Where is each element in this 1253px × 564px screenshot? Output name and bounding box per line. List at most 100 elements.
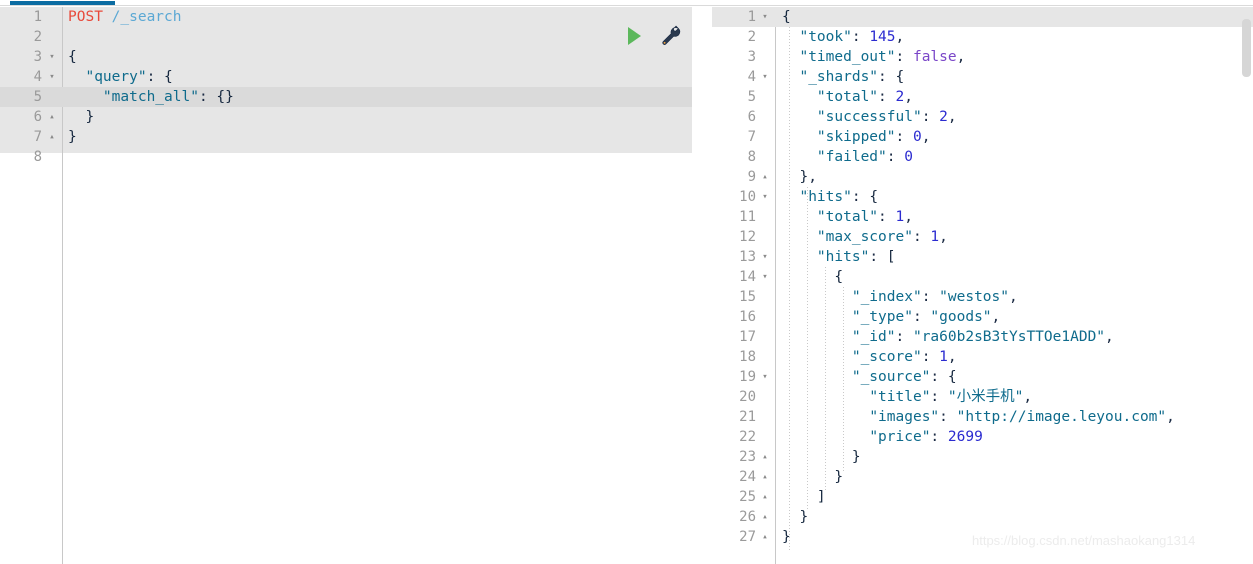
- request-code-line[interactable]: 3 ▾ {: [0, 47, 692, 67]
- response-code-line[interactable]: 26 ▴ }: [712, 507, 1253, 527]
- line-number: 26: [739, 509, 756, 525]
- code-token: "_score": [851, 349, 922, 365]
- response-code-line[interactable]: 1 ▾ {: [712, 7, 1253, 27]
- response-code-line[interactable]: 16 "_type": "goods",: [712, 307, 1253, 327]
- line-number: 21: [739, 409, 756, 425]
- code-token: :: [930, 429, 948, 445]
- code-token: ,: [947, 349, 957, 365]
- response-viewer-pane[interactable]: 1 ▾{2 "took": 145, 3 "timed_out": false, 4 ▾…: [712, 7, 1253, 564]
- response-code-lines[interactable]: 1 ▾{2 "took": 145, 3 "timed_out": false, 4 ▾…: [712, 7, 1253, 547]
- fold-collapse-icon[interactable]: ▾: [47, 67, 57, 87]
- code-token: 2: [895, 89, 905, 105]
- response-code-line[interactable]: 5 "total": 2,: [712, 87, 1253, 107]
- response-code-line[interactable]: 15 "_index": "westos",: [712, 287, 1253, 307]
- request-code-line[interactable]: 6 ▴ }: [0, 107, 692, 127]
- response-code-line[interactable]: 10 ▾ "hits": {: [712, 187, 1253, 207]
- response-code-line[interactable]: 18 "_score": 1,: [712, 347, 1253, 367]
- code-token: /_search: [111, 9, 182, 25]
- line-number: 6: [747, 109, 756, 125]
- code-token: 0: [904, 149, 913, 165]
- code-token: }: [851, 449, 861, 465]
- line-number: 2: [747, 29, 756, 45]
- code-token: :: [146, 69, 165, 85]
- fold-collapse-icon[interactable]: ▾: [760, 7, 770, 27]
- code-text: }: [68, 127, 77, 147]
- fold-expand-icon[interactable]: ▴: [760, 167, 770, 187]
- response-code-line[interactable]: 7 "skipped": 0,: [712, 127, 1253, 147]
- response-code-line[interactable]: 4 ▾ "_shards": {: [712, 67, 1253, 87]
- run-request-icon[interactable]: [628, 27, 641, 45]
- fold-expand-icon[interactable]: ▴: [47, 127, 57, 147]
- response-code-line[interactable]: 23 ▴ }: [712, 447, 1253, 467]
- pane-splitter[interactable]: [694, 7, 712, 564]
- code-token: {: [895, 69, 905, 85]
- line-number: 15: [739, 289, 756, 305]
- code-token: "match_all": [102, 89, 199, 105]
- response-code-line[interactable]: 17 "_id": "ra60b2sB3tYsTTOe1ADD",: [712, 327, 1253, 347]
- fold-collapse-icon[interactable]: ▾: [47, 47, 57, 67]
- fold-collapse-icon[interactable]: ▾: [760, 67, 770, 87]
- line-number: 8: [747, 149, 756, 165]
- line-number: 25: [739, 489, 756, 505]
- code-token: "price": [869, 429, 931, 445]
- code-token: }: [834, 469, 844, 485]
- fold-expand-icon[interactable]: ▴: [760, 507, 770, 527]
- response-code-line[interactable]: 6 "successful": 2,: [712, 107, 1253, 127]
- response-code-line[interactable]: 9 ▴ },: [712, 167, 1253, 187]
- response-code-line[interactable]: 3 "timed_out": false,: [712, 47, 1253, 67]
- code-token: :: [895, 129, 913, 145]
- response-code-line[interactable]: 8 "failed": 0: [712, 147, 1253, 167]
- request-editor-pane[interactable]: 1 POST /_search 2 3 ▾{4 ▾ "query": {5 "match_…: [0, 7, 700, 564]
- code-token: ,: [921, 129, 931, 145]
- request-code-line[interactable]: 7 ▴}: [0, 127, 692, 147]
- settings-wrench-icon[interactable]: [660, 25, 682, 47]
- line-number: 7: [33, 129, 42, 145]
- response-code-line[interactable]: 11 "total": 1,: [712, 207, 1253, 227]
- request-code-line[interactable]: 1 POST /_search: [0, 7, 692, 27]
- fold-expand-icon[interactable]: ▴: [760, 487, 770, 507]
- vertical-scrollbar-thumb[interactable]: [1242, 19, 1251, 77]
- code-token: :: [886, 149, 905, 165]
- response-code-line[interactable]: 25 ▴ ]: [712, 487, 1253, 507]
- fold-collapse-icon[interactable]: ▾: [760, 187, 770, 207]
- code-token: "_type": [851, 309, 913, 325]
- code-token: [: [886, 249, 896, 265]
- response-code-line[interactable]: 22 "price": 2699: [712, 427, 1253, 447]
- request-code-line[interactable]: 2: [0, 27, 692, 47]
- response-code-line[interactable]: 12 "max_score": 1,: [712, 227, 1253, 247]
- line-number: 18: [739, 349, 756, 365]
- response-code-line[interactable]: 20 "title": "小米手机",: [712, 387, 1253, 407]
- code-token: }: [799, 509, 809, 525]
- line-number: 11: [739, 209, 756, 225]
- request-code-lines[interactable]: 1 POST /_search 2 3 ▾{4 ▾ "query": {5 "match_…: [0, 7, 692, 167]
- request-actions[interactable]: [628, 25, 688, 51]
- request-code-line[interactable]: 5 "match_all": {}: [0, 87, 692, 107]
- line-number: 2: [33, 29, 42, 45]
- response-code-line[interactable]: 14 ▾ {: [712, 267, 1253, 287]
- fold-expand-icon[interactable]: ▴: [47, 107, 57, 127]
- fold-expand-icon[interactable]: ▴: [760, 447, 770, 467]
- code-token: {: [834, 269, 844, 285]
- response-code-line[interactable]: 21 "images": "http://image.leyou.com",: [712, 407, 1253, 427]
- response-code-line[interactable]: 2 "took": 145,: [712, 27, 1253, 47]
- fold-collapse-icon[interactable]: ▾: [760, 367, 770, 387]
- code-text: "hits": [: [782, 247, 896, 267]
- fold-collapse-icon[interactable]: ▾: [760, 267, 770, 287]
- line-number: 1: [747, 9, 756, 25]
- response-code-line[interactable]: 24 ▴ }: [712, 467, 1253, 487]
- response-code-line[interactable]: 13 ▾ "hits": [: [712, 247, 1253, 267]
- code-text: "query": {: [68, 67, 172, 87]
- fold-expand-icon[interactable]: ▴: [760, 527, 770, 547]
- code-token: 1: [939, 349, 948, 365]
- request-code-line[interactable]: 4 ▾ "query": {: [0, 67, 692, 87]
- request-code-line[interactable]: 8: [0, 147, 692, 167]
- code-text: }: [782, 507, 808, 527]
- code-token: "max_score": [816, 229, 913, 245]
- fold-collapse-icon[interactable]: ▾: [760, 247, 770, 267]
- fold-expand-icon[interactable]: ▴: [760, 467, 770, 487]
- response-code-line[interactable]: 19 ▾ "_source": {: [712, 367, 1253, 387]
